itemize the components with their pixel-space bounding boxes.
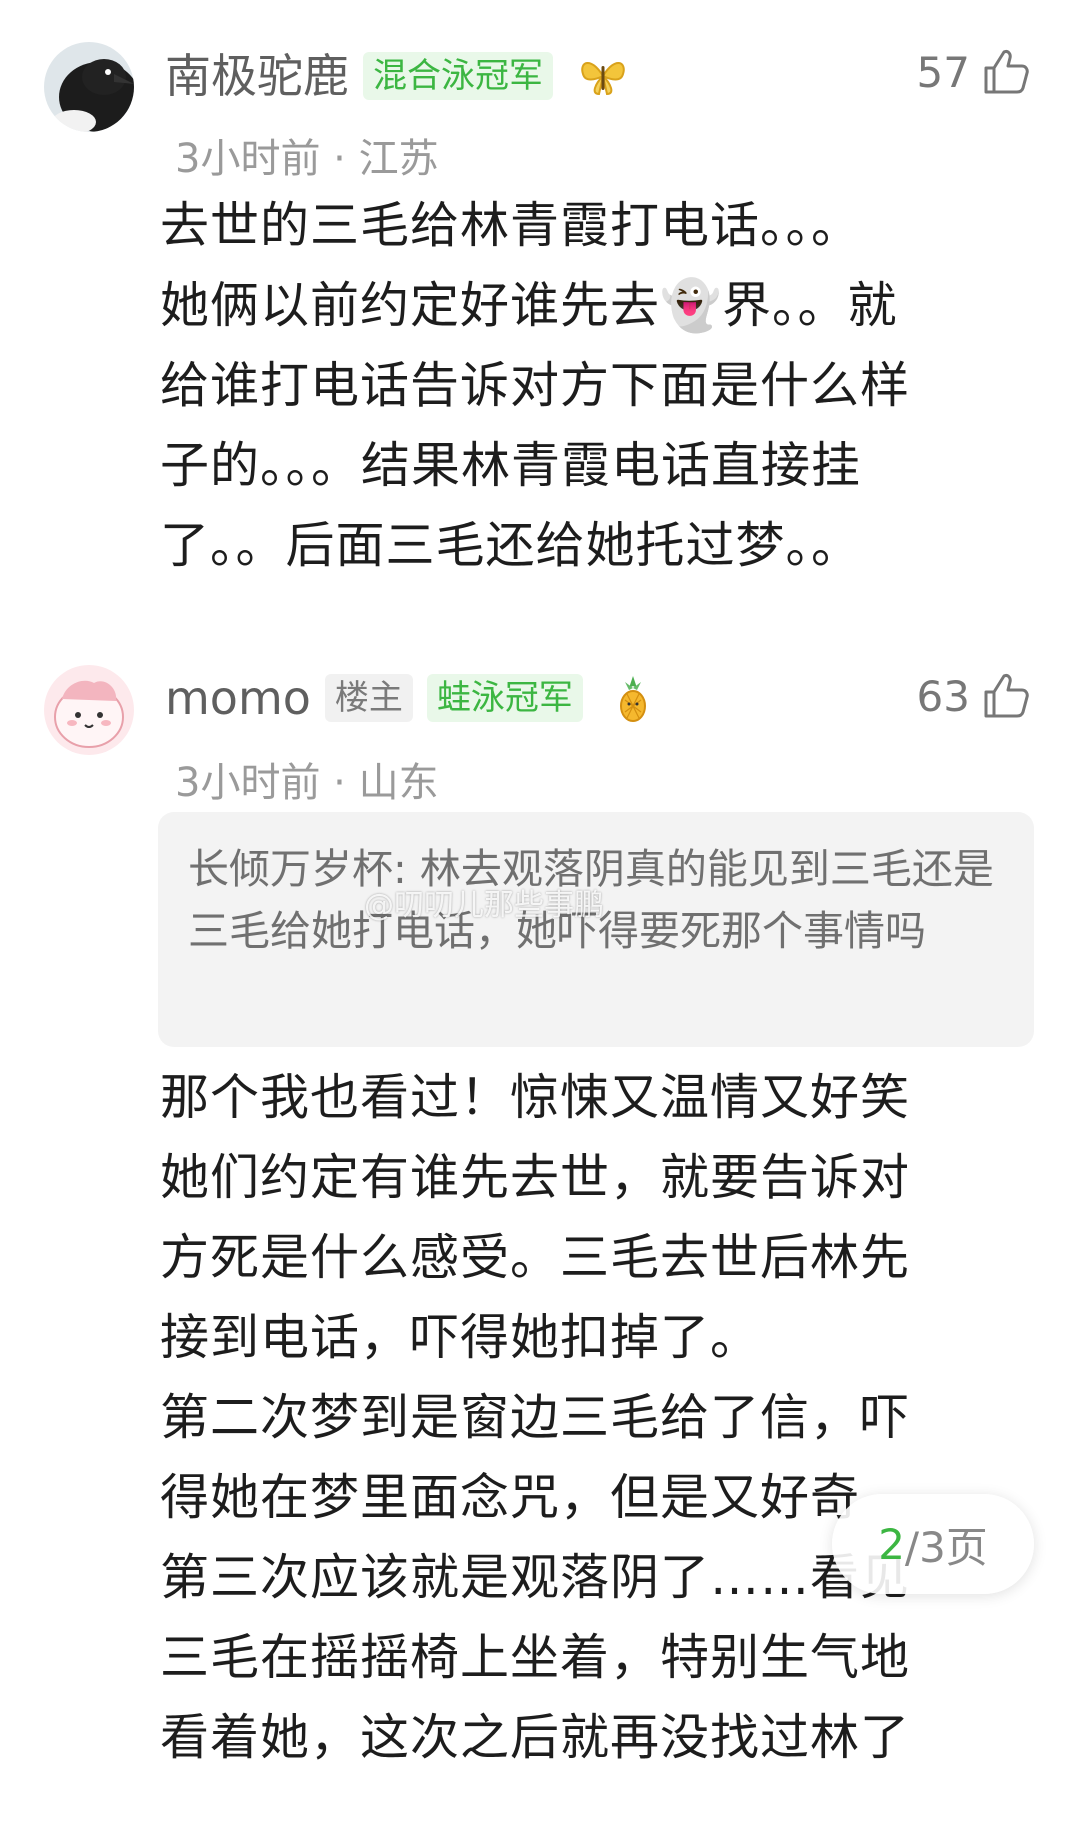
penguin-avatar-icon (44, 42, 134, 132)
comment-line: 三毛在摇摇椅上坐着，特别生气地 (160, 1629, 911, 1686)
avatar[interactable] (44, 42, 134, 132)
comment-line: 子的。。。结果林青霞电话直接挂 (160, 437, 862, 494)
comment-line: 看着她，这次之后就再没找过林了 (160, 1709, 911, 1766)
cute-character-avatar-icon (44, 665, 134, 755)
page-indicator[interactable]: 2 /3页 (832, 1494, 1034, 1594)
owner-badge: 楼主 (324, 674, 413, 722)
pineapple-icon (607, 672, 659, 724)
comment-line: 她俩以前约定好谁先去👻界。。就 (160, 277, 898, 334)
achievement-badge[interactable]: 蛙泳冠军 (426, 674, 583, 722)
username[interactable]: 南极驼鹿 (165, 46, 349, 106)
thumbs-up-icon (984, 674, 1029, 718)
comment-line: 她们约定有谁先去世，就要告诉对 (160, 1149, 911, 1206)
comment-line: 了。。后面三毛还给她托过梦。。 (160, 517, 862, 574)
comment-line: 接到电话，吓得她扣掉了。 (160, 1309, 761, 1366)
butterfly-icon (577, 50, 629, 102)
comment-meta: 3小时前 · 江苏 (175, 136, 439, 182)
achievement-badge[interactable]: 混合泳冠军 (363, 52, 553, 100)
quoted-reply[interactable]: 长倾万岁杯: 林去观落阴真的能见到三毛还是三毛给她打电话，她吓得要死那个事情吗 (158, 812, 1034, 1047)
like-count: 57 (916, 47, 970, 97)
comment-line: 第二次梦到是窗边三毛给了信，吓 (160, 1389, 911, 1446)
like-button[interactable]: 57 (917, 42, 1032, 102)
comment-line: 那个我也看过！惊悚又温情又好笑 (160, 1069, 911, 1126)
comment-meta: 3小时前 · 山东 (175, 760, 439, 806)
like-count: 63 (916, 671, 970, 721)
avatar[interactable] (44, 665, 134, 755)
comment-line: 给谁打电话告诉对方下面是什么样 (160, 357, 911, 414)
watermark: @叨叨儿那些事鹏 (364, 888, 604, 923)
comment-line: 去世的三毛给林青霞打电话。。。 (160, 197, 862, 254)
total-pages: /3页 (904, 1522, 988, 1572)
comment-header: momo 楼主 蛙泳冠军 (165, 668, 659, 728)
comment-body[interactable]: 那个我也看过！惊悚又温情又好笑 她们约定有谁先去世，就要告诉对 方死是什么感受。… (160, 1058, 1010, 1778)
like-button[interactable]: 63 (917, 666, 1032, 726)
current-page: 2 (878, 1519, 905, 1569)
comment-line: 方死是什么感受。三毛去世后林先 (160, 1229, 911, 1286)
comment-body[interactable]: 去世的三毛给林青霞打电话。。。 她俩以前约定好谁先去👻界。。就 给谁打电话告诉对… (160, 186, 1010, 586)
username[interactable]: momo (165, 668, 311, 728)
comment-header: 南极驼鹿 混合泳冠军 (165, 46, 629, 106)
thumbs-up-icon (984, 50, 1029, 94)
